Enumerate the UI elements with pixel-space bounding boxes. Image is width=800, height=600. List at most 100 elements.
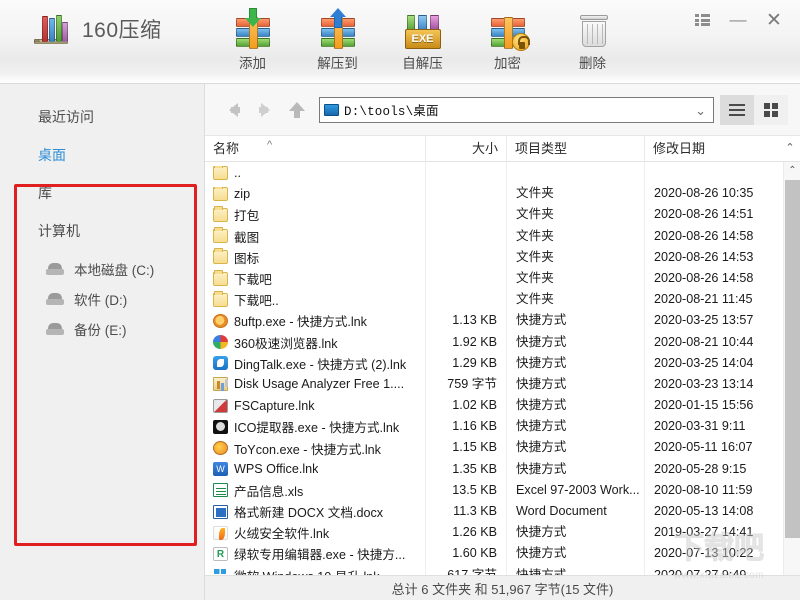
cell-size xyxy=(425,268,506,289)
up-button[interactable] xyxy=(281,94,313,126)
scrollbar-thumb[interactable] xyxy=(785,180,800,538)
address-input[interactable]: D:\tools\桌面 xyxy=(344,100,439,119)
cell-name[interactable]: 8uftp.exe - 快捷方式.lnk xyxy=(205,311,425,330)
menu-icon xyxy=(695,14,710,26)
table-row[interactable]: 截图 文件夹2020-08-26 14:58 xyxy=(205,226,783,247)
table-row[interactable]: 图标文件夹2020-08-26 14:53 xyxy=(205,247,783,268)
cell-type: 文件夹 xyxy=(506,226,644,247)
toolbar-button-delete[interactable]: 删除 xyxy=(550,4,635,76)
table-row[interactable]: 微软 Windows 10 易升.lnk617 字节快捷方式2020-07-27… xyxy=(205,565,783,575)
chevron-down-icon[interactable]: ⌄ xyxy=(695,103,706,119)
column-header-size[interactable]: 大小 xyxy=(425,136,506,162)
file-name: 火绒安全软件.lnk xyxy=(234,523,329,542)
scroll-up-arrow-icon[interactable]: ⌃ xyxy=(782,141,798,154)
cell-name[interactable]: Disk Usage Analyzer Free 1.... xyxy=(205,377,425,391)
file-name: Disk Usage Analyzer Free 1.... xyxy=(234,377,404,391)
cell-type: 文件夹 xyxy=(506,183,644,204)
vertical-scrollbar[interactable]: ⌃ ⌄ xyxy=(783,162,800,575)
file-name: 微软 Windows 10 易升.lnk xyxy=(234,566,380,575)
back-button[interactable] xyxy=(217,94,249,126)
cell-name[interactable]: FSCapture.lnk xyxy=(205,399,425,413)
trash-icon xyxy=(572,8,614,50)
cell-size xyxy=(425,289,506,310)
toolbar-button-encrypt[interactable]: 加密 xyxy=(465,4,550,76)
sidebar-item-drive-e[interactable]: 备份 (E:) xyxy=(0,314,205,344)
table-row[interactable]: 360极速浏览器.lnk1.92 KB快捷方式2020-08-21 10:44 xyxy=(205,332,783,353)
toolbar-button-extract[interactable]: 解压到 xyxy=(295,4,380,76)
table-row[interactable]: 打包文件夹2020-08-26 14:51 xyxy=(205,204,783,225)
cell-name[interactable]: zip xyxy=(205,187,425,201)
table-row[interactable]: 8uftp.exe - 快捷方式.lnk1.13 KB快捷方式2020-03-2… xyxy=(205,310,783,331)
cell-name[interactable]: 产品信息.xls xyxy=(205,481,425,500)
cell-size: 1.13 KB xyxy=(425,310,506,331)
cell-name[interactable]: 打包 xyxy=(205,205,425,224)
cell-date: 2020-08-10 11:59 xyxy=(644,480,783,501)
cell-name[interactable]: .. xyxy=(205,166,425,180)
toolbar-button-selfextract[interactable]: EXE 自解压 xyxy=(380,4,465,76)
table-row[interactable]: 下载吧文件夹2020-08-26 14:58 xyxy=(205,268,783,289)
folder-icon xyxy=(213,250,228,264)
column-header-date[interactable]: 修改日期 xyxy=(644,136,783,162)
cell-name[interactable]: 下载吧 xyxy=(205,269,425,288)
menu-button[interactable] xyxy=(686,6,718,34)
close-button[interactable]: ✕ xyxy=(758,6,790,34)
toolbar-button-add[interactable]: 添加 xyxy=(210,4,295,76)
cell-type: 快捷方式 xyxy=(506,395,644,416)
view-list-button[interactable] xyxy=(720,95,754,125)
cell-date: 2020-08-26 14:58 xyxy=(644,226,783,247)
cell-type: 快捷方式 xyxy=(506,437,644,458)
status-bar: 总计 6 文件夹 和 51,967 字节(15 文件) xyxy=(205,575,800,600)
column-header-type[interactable]: 项目类型 xyxy=(506,136,644,162)
cell-name[interactable]: 360极速浏览器.lnk xyxy=(205,333,425,352)
cell-date: 2020-08-26 14:58 xyxy=(644,268,783,289)
cell-name[interactable]: 格式新建 DOCX 文档.docx xyxy=(205,502,425,521)
table-row[interactable]: 下载吧..文件夹2020-08-21 11:45 xyxy=(205,289,783,310)
cell-name[interactable]: WPS Office.lnk xyxy=(205,462,425,476)
cell-name[interactable]: ToYcon.exe - 快捷方式.lnk xyxy=(205,439,425,458)
cell-name[interactable]: 微软 Windows 10 易升.lnk xyxy=(205,566,425,575)
file-name: 绿软专用编辑器.exe - 快捷方... xyxy=(234,544,405,563)
view-grid-button[interactable] xyxy=(754,95,788,125)
minimize-button[interactable]: — xyxy=(722,6,754,34)
cell-name[interactable]: 下载吧.. xyxy=(205,290,425,309)
cell-name[interactable]: 火绒安全软件.lnk xyxy=(205,523,425,542)
forward-button[interactable] xyxy=(249,94,281,126)
cell-type: 快捷方式 xyxy=(506,310,644,331)
sidebar-item-libraries[interactable]: 库 xyxy=(0,178,205,208)
table-row[interactable]: ICO提取器.exe - 快捷方式.lnk1.16 KB快捷方式2020-03-… xyxy=(205,416,783,437)
table-row[interactable]: .. xyxy=(205,162,783,183)
file-name: 下载吧.. xyxy=(234,290,279,309)
sidebar-item-computer[interactable]: 计算机 xyxy=(0,216,205,246)
cell-name[interactable]: DingTalk.exe - 快捷方式 (2).lnk xyxy=(205,354,425,373)
dingtalk-icon xyxy=(213,356,228,370)
address-bar[interactable]: D:\tools\桌面 ⌄ xyxy=(319,97,714,123)
navigation-bar: D:\tools\桌面 ⌄ xyxy=(205,84,800,136)
table-row[interactable]: 火绒安全软件.lnk1.26 KB快捷方式2019-03-27 14:41 xyxy=(205,522,783,543)
table-row[interactable]: zip文件夹2020-08-26 10:35 xyxy=(205,183,783,204)
table-row[interactable]: ToYcon.exe - 快捷方式.lnk1.15 KB快捷方式2020-05-… xyxy=(205,437,783,458)
table-row[interactable]: 格式新建 DOCX 文档.docx11.3 KBWord Document202… xyxy=(205,501,783,522)
table-row[interactable]: FSCapture.lnk1.02 KB快捷方式2020-01-15 15:56 xyxy=(205,395,783,416)
cell-name[interactable]: ICO提取器.exe - 快捷方式.lnk xyxy=(205,417,425,436)
table-row[interactable]: Disk Usage Analyzer Free 1....759 字节快捷方式… xyxy=(205,374,783,395)
table-row[interactable]: 产品信息.xls13.5 KBExcel 97-2003 Work...2020… xyxy=(205,480,783,501)
sidebar-label-desktop: 桌面 xyxy=(38,145,66,165)
cell-name[interactable]: 绿软专用编辑器.exe - 快捷方... xyxy=(205,544,425,563)
cell-size xyxy=(425,183,506,204)
table-row[interactable]: 绿软专用编辑器.exe - 快捷方...1.60 KB快捷方式2020-07-1… xyxy=(205,543,783,564)
sidebar-item-drive-d[interactable]: 软件 (D:) xyxy=(0,284,205,314)
sidebar-item-recent[interactable]: 最近访问 xyxy=(0,102,205,132)
scrollbar-up-button[interactable]: ⌃ xyxy=(784,162,800,179)
cell-name[interactable]: 图标 xyxy=(205,248,425,267)
file-name: 下载吧 xyxy=(234,269,272,288)
column-header-name[interactable]: 名称 ^ xyxy=(205,136,425,162)
cell-name[interactable]: 截图 xyxy=(205,227,425,246)
sidebar-label-libraries: 库 xyxy=(38,183,52,203)
file-name: 8uftp.exe - 快捷方式.lnk xyxy=(234,311,367,330)
table-row[interactable]: WPS Office.lnk1.35 KB快捷方式2020-05-28 9:15 xyxy=(205,459,783,480)
sidebar-item-drive-c[interactable]: 本地磁盘 (C:) xyxy=(0,254,205,284)
sidebar-item-desktop[interactable]: 桌面 xyxy=(0,140,205,170)
table-row[interactable]: DingTalk.exe - 快捷方式 (2).lnk1.29 KB快捷方式20… xyxy=(205,353,783,374)
cell-size: 1.29 KB xyxy=(425,353,506,374)
cell-size: 1.92 KB xyxy=(425,332,506,353)
